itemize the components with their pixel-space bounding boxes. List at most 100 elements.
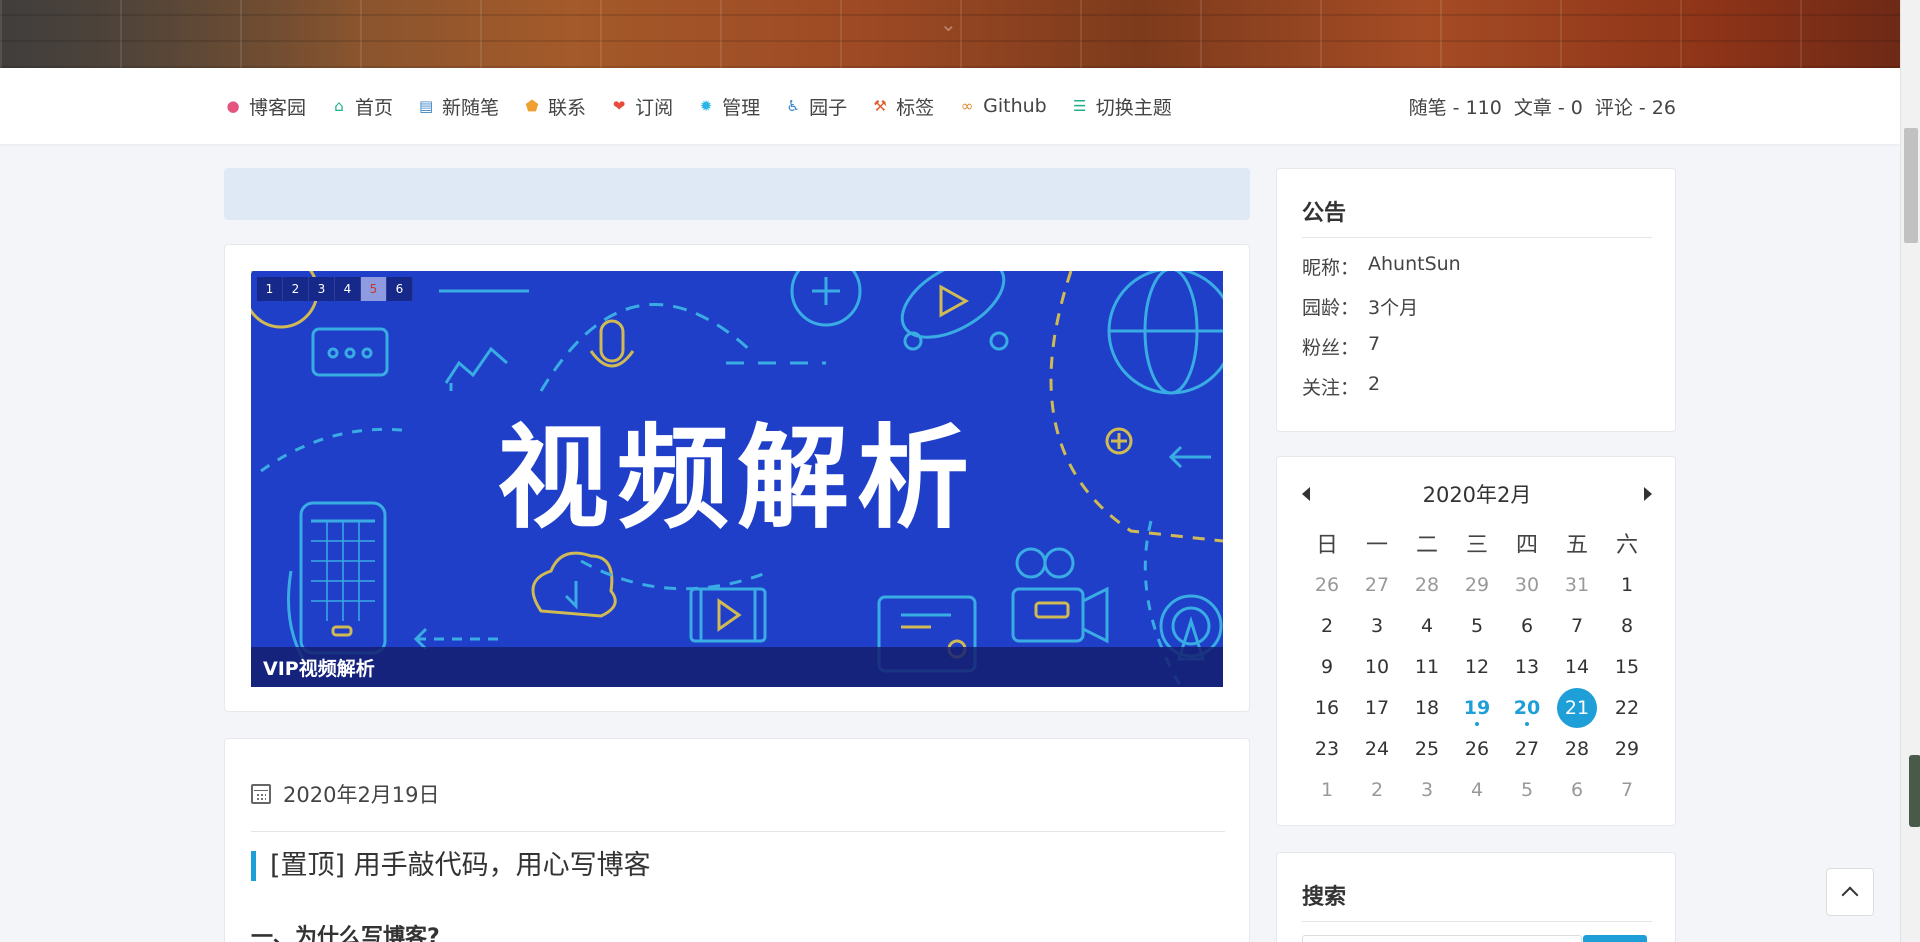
nav-item-5[interactable]: ✹ 管理 [697,93,760,120]
slider-card: 视频解析 123456 VIP视频解析 [224,244,1250,712]
nav-item-6[interactable]: ♿ 园子 [784,93,847,120]
nav-item-label: 联系 [548,96,587,119]
search-button[interactable] [1583,935,1647,942]
calendar-day[interactable]: 19 [1452,688,1502,729]
calendar-day: 28 [1564,738,1590,760]
followers-link[interactable]: 7 [1368,333,1380,360]
calendar-day: 15 [1614,656,1640,678]
today-marker: 21 [1557,688,1597,728]
home-icon: ⌂ [334,97,344,115]
slide-dot[interactable]: 4 [335,277,361,301]
calendar-day: 16 [1314,697,1340,719]
calendar-day: 1 [1620,574,1634,596]
info-key: 粉丝： [1302,337,1360,359]
post-date: 2020年2月19日 [251,779,440,809]
age-link[interactable]: 3个月 [1368,293,1418,320]
calendar-day: 12 [1464,656,1490,678]
heart-icon: ❤ [612,97,626,115]
scrollbar-thumb[interactable] [1904,128,1918,243]
notice-divider [1302,237,1652,238]
post-date-text: 2020年2月19日 [283,783,440,807]
post-card: 2020年2月19日 [置顶] 用手敲代码，用心写博客 一、为什么写博客? [224,738,1250,942]
blog-stats: 随笔 - 110 文章 - 0 评论 - 26 [1409,93,1676,120]
slide-pager: 123456 [257,277,413,301]
calendar-day: 3 [1370,615,1384,637]
calendar-day: 29 [1614,738,1640,760]
search-title: 搜索 [1302,885,1347,910]
calendar-day: 6 [1570,779,1584,801]
nav-item-9[interactable]: ☰ 切换主题 [1071,93,1172,120]
accessibility-icon: ♿ [786,97,800,115]
nav-item-label: 标签 [896,96,935,119]
nav-menu: ● 博客园 ⌂ 首页 ▤ 新随笔 ⬟ 联系 ❤ 订阅 ✹ 管理 ♿ 园子 ⚒ 标签 ∞ Github ☰ 切换主题 [224,93,1196,120]
weekday-label: 日 [1315,532,1338,558]
next-month-icon[interactable] [1644,487,1652,501]
calendar-day: 18 [1414,697,1440,719]
back-to-top-button[interactable] [1826,868,1874,916]
slide-caption[interactable]: VIP视频解析 [251,647,1223,687]
nav-item-7[interactable]: ⚒ 标签 [871,93,934,120]
nav-item-1[interactable]: ⌂ 首页 [330,93,393,120]
calendar-day: 7 [1620,779,1634,801]
calendar-day: 29 [1464,574,1490,596]
calendar-day[interactable]: 20 [1502,688,1552,729]
slide-dot[interactable]: 1 [257,277,283,301]
info-followers: 粉丝： 7 [1302,333,1380,360]
post-title-link[interactable]: [置顶] 用手敲代码，用心写博客 [251,851,651,881]
slide-dot[interactable]: 5 [361,277,387,301]
post-divider [251,831,1225,832]
search-input[interactable] [1302,935,1582,942]
info-following: 关注： 2 [1302,373,1380,400]
following-link[interactable]: 2 [1368,373,1380,400]
weekday-label: 二 [1415,532,1438,558]
calendar-day: 4 [1470,779,1484,801]
image-slider[interactable]: 视频解析 123456 VIP视频解析 [251,271,1223,687]
nav-item-4[interactable]: ❤ 订阅 [610,93,673,120]
calendar-month: 2020年2月 [1422,483,1532,507]
weekday-label: 三 [1465,532,1488,558]
calendar-day: 27 [1514,738,1540,760]
info-nickname: 昵称： AhuntSun [1302,253,1461,280]
slide-dot[interactable]: 6 [387,277,413,301]
info-age: 园龄： 3个月 [1302,293,1418,320]
header-banner: ⌄ [0,0,1900,68]
calendar-week: 2 3 4 5 6 7 8 [1302,606,1652,647]
link-icon: ∞ [960,97,974,115]
calendar-day: 25 [1414,738,1440,760]
chevron-down-icon[interactable]: ⌄ [940,12,957,36]
nav-item-label: 管理 [722,96,761,119]
nav-item-3[interactable]: ⬟ 联系 [523,93,587,120]
info-key: 关注： [1302,377,1360,399]
calendar-day: 5 [1470,615,1484,637]
prev-month-icon[interactable] [1302,487,1310,501]
calendar-day: 2 [1370,779,1384,801]
calendar-day: 28 [1414,574,1440,596]
calendar-weekdays: 日一二三四五六 [1302,525,1652,565]
notice-panel: 公告 昵称： AhuntSun 园龄： 3个月 粉丝： 7 关注： 2 [1276,168,1676,432]
nav-item-2[interactable]: ▤ 新随笔 [417,93,499,120]
calendar-day: 3 [1420,779,1434,801]
nav-item-0[interactable]: ● 博客园 [224,93,306,120]
nickname-link[interactable]: AhuntSun [1368,253,1461,280]
calendar-day: 8 [1620,615,1634,637]
search-panel: 搜索 [1276,852,1676,942]
calendar-day: 13 [1514,656,1540,678]
info-key: 园龄： [1302,297,1360,319]
stat-comments: 评论 - 26 [1594,96,1676,119]
nav-item-label: 博客园 [249,96,307,119]
nav-item-8[interactable]: ∞ Github [958,95,1047,117]
calendar-day: 10 [1364,656,1390,678]
scrollbar[interactable] [1900,0,1920,942]
nav-item-label: 园子 [809,96,848,119]
slide-dot[interactable]: 3 [309,277,335,301]
calendar-day: 7 [1570,615,1584,637]
slide-dot[interactable]: 2 [283,277,309,301]
calendar-day: 1 [1320,779,1334,801]
calendar-day: 6 [1520,615,1534,637]
calendar-week: 1 2 3 4 5 6 7 [1302,770,1652,811]
calendar-week: 16 17 18 19 20 21 22 [1302,688,1652,729]
calendar-panel: 2020年2月 日一二三四五六 26 27 28 29 30 31 1 2 3 4 5 6 7 8 9 10 11… [1276,456,1676,826]
calendar-day: 26 [1314,574,1340,596]
sliders-icon: ☰ [1073,97,1087,115]
gear-icon: ✹ [699,97,713,115]
